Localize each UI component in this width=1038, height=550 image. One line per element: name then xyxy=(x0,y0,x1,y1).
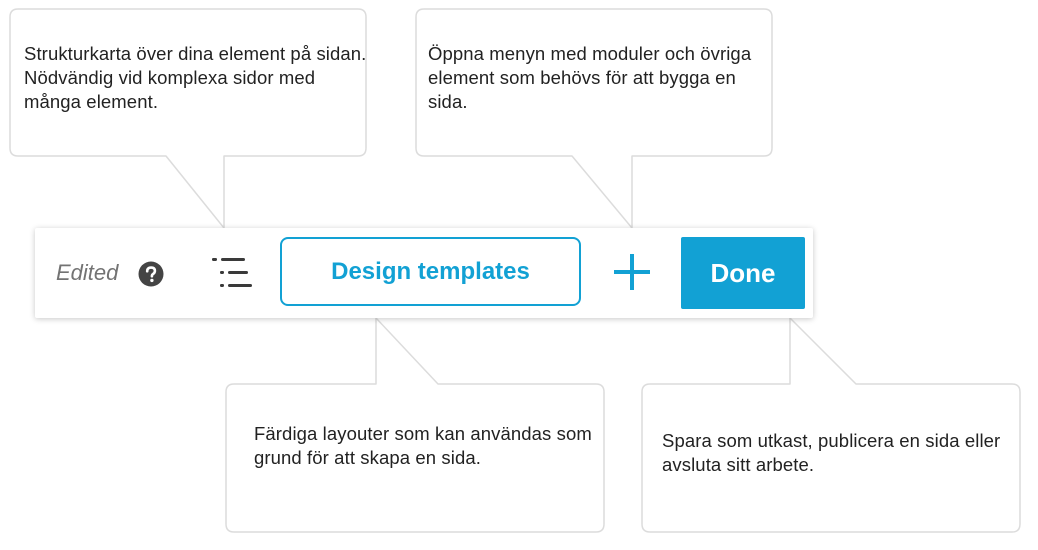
done-button[interactable]: Done xyxy=(681,237,805,309)
list-tree-icon[interactable] xyxy=(211,256,253,292)
question-circle-icon[interactable] xyxy=(138,261,164,287)
add-module-button[interactable] xyxy=(612,252,652,292)
callout-text-add-menu: Öppna menyn med moduler och övriga eleme… xyxy=(428,43,752,112)
edit-status-label: Edited xyxy=(56,260,119,285)
callout-text-structure-map: Strukturkarta över dina element på sidan… xyxy=(24,43,367,112)
design-templates-button[interactable]: Design templates xyxy=(280,237,581,306)
callout-text-design-templates: Färdiga layouter som kan användas som gr… xyxy=(254,423,592,468)
plus-icon xyxy=(614,254,650,290)
callout-text-done: Spara som utkast, publicera en sida elle… xyxy=(662,430,1001,475)
callout-bubble-done xyxy=(641,317,1021,533)
annotated-toolbar-diagram: Strukturkarta över dina element på sidan… xyxy=(0,0,1038,550)
editor-toolbar: Edited Design templates Done xyxy=(35,228,813,318)
